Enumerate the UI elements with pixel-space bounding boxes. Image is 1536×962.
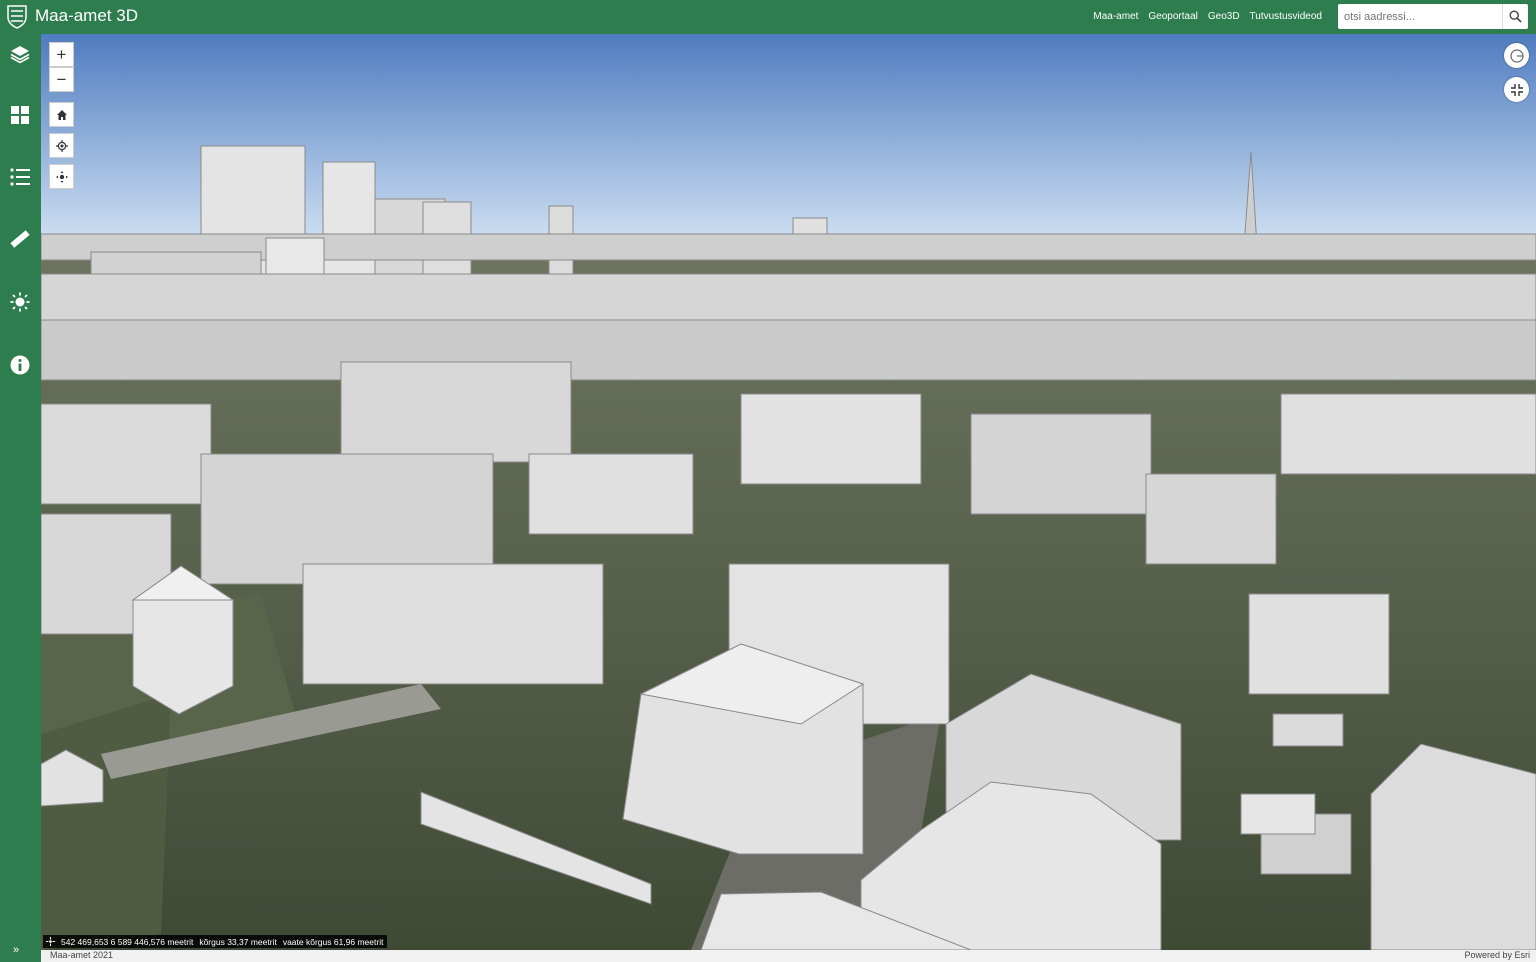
tool-sidebar (0, 34, 41, 962)
home-icon (56, 109, 67, 120)
basemap-gallery-icon (11, 106, 29, 124)
link-geo3d[interactable]: Geo3D (1208, 11, 1240, 22)
measure-icon (10, 230, 30, 248)
search-input[interactable] (1338, 4, 1498, 29)
pan-icon (55, 170, 68, 183)
basemap-gallery-button[interactable] (8, 103, 32, 127)
locate-button[interactable] (49, 133, 74, 158)
coordinates-text: 542 469,653 6 589 446,576 meetrit (61, 936, 194, 947)
daylight-icon (10, 292, 30, 312)
zoom-in-button[interactable]: + (49, 42, 74, 67)
legend-button[interactable] (8, 165, 32, 189)
city-3d-render (41, 34, 1536, 950)
expand-sidebar-icon[interactable]: » (13, 944, 19, 956)
layers-button[interactable] (8, 42, 32, 66)
elevation-text: kõrgus 33,37 meetrit (199, 936, 277, 947)
layers-icon (10, 46, 30, 64)
scene-view[interactable]: + − (41, 34, 1536, 950)
fullscreen-button[interactable] (1504, 77, 1529, 102)
list-icon (10, 168, 30, 186)
info-button[interactable] (8, 353, 32, 377)
top-links: Maa-amet Geoportaal Geo3D Tutvustusvideo… (1093, 11, 1322, 22)
coordinate-readout: 542 469,653 6 589 446,576 meetrit kõrgus… (43, 935, 388, 948)
navigation-toggle-button[interactable] (49, 164, 74, 189)
crosshair-icon[interactable] (46, 937, 55, 946)
info-icon (10, 355, 30, 375)
link-geoportaal[interactable]: Geoportaal (1148, 11, 1197, 22)
locate-icon (55, 139, 68, 152)
copyright-text: Maa-amet 2021 (50, 950, 114, 960)
zoom-out-button[interactable]: − (49, 67, 74, 92)
view-elevation-text: vaate kõrgus 61,96 meetrit (282, 936, 384, 947)
search-icon (1509, 10, 1522, 23)
daylight-button[interactable] (8, 290, 32, 314)
address-search (1338, 4, 1528, 29)
compass-button[interactable] (1504, 43, 1529, 68)
app-title: Maa-amet 3D (35, 6, 138, 25)
home-button[interactable] (49, 102, 74, 127)
link-tutvustusvideod[interactable]: Tutvustusvideod (1250, 11, 1322, 22)
coat-of-arms-logo (7, 5, 27, 29)
exit-fullscreen-icon (1510, 83, 1523, 96)
measure-button[interactable] (8, 227, 32, 251)
link-maa-amet[interactable]: Maa-amet (1093, 11, 1138, 22)
attribution-bar: Maa-amet 2021 Powered by Esri (41, 950, 1536, 962)
compass-icon (1509, 48, 1524, 63)
search-button[interactable] (1502, 4, 1528, 29)
powered-by-text: Powered by Esri (1464, 950, 1530, 960)
top-bar: Maa-amet 3D Maa-amet Geoportaal Geo3D Tu… (0, 0, 1536, 34)
